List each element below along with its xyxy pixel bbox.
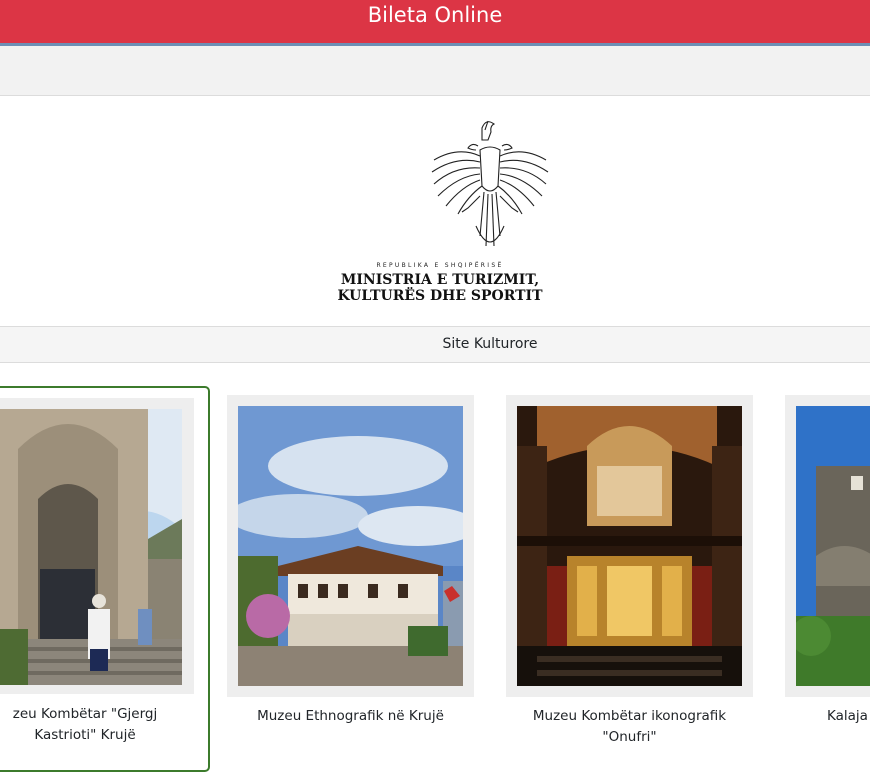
card-title: zeu Kombëtar "Gjergj Kastrioti" Krujë: [0, 704, 192, 746]
site-card-etnografik[interactable]: Muzeu Ethnografik në Krujë: [226, 386, 474, 772]
country-label: REPUBLIKA E SHQIPËRISË: [376, 262, 504, 269]
card-title-line1: zeu Kombëtar "Gjergj: [12, 706, 158, 722]
site-card-gjergj-kastrioti[interactable]: zeu Kombëtar "Gjergj Kastrioti" Krujë: [0, 386, 210, 772]
card-title: Muzeu Kombëtar ikonografik "Onufri": [505, 706, 754, 748]
card-title-line1: Muzeu Ethnografik në Krujë: [257, 708, 444, 724]
section-bar: Site Kulturore: [0, 326, 870, 363]
museum-photo: [517, 406, 742, 686]
site-card-onufri[interactable]: Muzeu Kombëtar ikonografik "Onufri": [505, 386, 753, 772]
section-title: Site Kulturore: [442, 336, 538, 352]
card-title: Kalaja: [827, 706, 870, 727]
card-title: Muzeu Ethnografik në Krujë: [226, 706, 475, 727]
site-card-kalaja[interactable]: Kalaja: [784, 386, 870, 772]
app-title: Bileta Online: [367, 3, 503, 27]
castle-photo: [796, 406, 870, 686]
card-title-line2: Kastrioti" Krujë: [34, 727, 136, 743]
ministry-name-line1: MINISTRIA E TURIZMIT,: [340, 272, 540, 288]
card-title-line2: "Onufri": [602, 729, 657, 745]
card-title-line1: Kalaja: [827, 708, 868, 724]
nav-strip: [0, 46, 870, 96]
ministry-name-line2: KULTURËS DHE SPORTIT: [337, 288, 543, 304]
card-title-line1: Muzeu Kombëtar ikonografik: [532, 708, 727, 724]
top-bar: Bileta Online: [0, 0, 870, 46]
museum-photo: [0, 409, 182, 685]
eagle-emblem-logo: [431, 120, 549, 247]
museum-photo: [238, 406, 463, 686]
